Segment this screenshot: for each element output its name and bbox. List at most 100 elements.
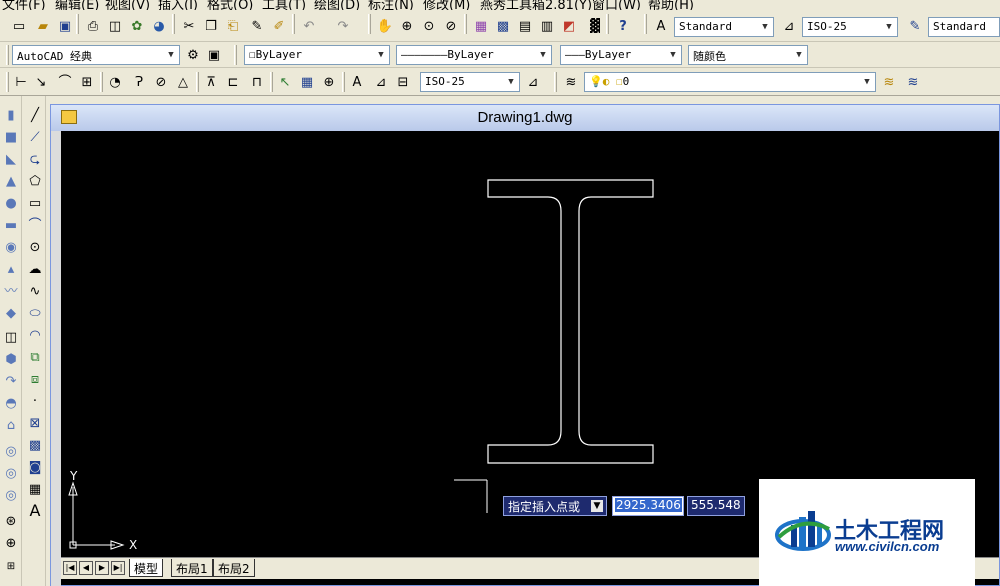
chevron-down-icon[interactable]: ▼ bbox=[859, 73, 875, 91]
torus-icon[interactable]: ◉ bbox=[2, 238, 20, 256]
layer-select[interactable]: 💡◐ ☐ 0 ▼ bbox=[584, 72, 876, 92]
spline-icon[interactable]: ∿ bbox=[26, 282, 44, 300]
dim-style-select[interactable]: ISO-25 ▼ bbox=[802, 17, 898, 37]
aligned-dim-icon[interactable]: ↘ bbox=[32, 73, 50, 91]
intersect-icon[interactable]: ◎ bbox=[2, 486, 20, 504]
chevron-down-icon[interactable]: ▼ bbox=[665, 46, 681, 64]
cylinder-icon[interactable]: ▬ bbox=[2, 216, 20, 234]
dim-edit-icon[interactable]: A bbox=[348, 73, 366, 91]
chevron-down-icon[interactable]: ▼ bbox=[881, 18, 897, 36]
text-style-icon[interactable]: A bbox=[652, 17, 670, 35]
helix-icon[interactable]: 〰 bbox=[2, 282, 20, 300]
region-icon[interactable]: ◙ bbox=[26, 458, 44, 476]
dim-style-select-2[interactable]: ISO-25 ▼ bbox=[420, 72, 520, 92]
pyramid-icon[interactable]: ▴ bbox=[2, 260, 20, 278]
zoom-realtime-icon[interactable]: ⊕ bbox=[398, 17, 416, 35]
box-icon[interactable]: ■ bbox=[2, 128, 20, 146]
paste-icon[interactable]: ⎗ bbox=[224, 17, 242, 35]
pan-icon[interactable]: ✋ bbox=[376, 17, 394, 35]
revision-cloud-icon[interactable]: ☁ bbox=[26, 260, 44, 278]
quick-dim-icon[interactable]: ⊼ bbox=[202, 73, 220, 91]
tab-model[interactable]: 模型 bbox=[129, 559, 164, 577]
chevron-down-icon[interactable]: ▼ bbox=[791, 46, 807, 64]
sphere-icon[interactable]: ● bbox=[2, 194, 20, 212]
menu-edit[interactable]: 编辑(E) bbox=[55, 0, 99, 10]
sheet-set-icon[interactable]: ▥ bbox=[538, 17, 556, 35]
hatch-icon[interactable]: ⊠ bbox=[26, 414, 44, 432]
construction-line-icon[interactable]: ⟋ bbox=[26, 128, 44, 146]
dim-update-icon[interactable]: ⊟ bbox=[394, 73, 412, 91]
gradient-icon[interactable]: ▩ bbox=[26, 436, 44, 454]
menu-file[interactable]: 文件(F) bbox=[2, 0, 46, 10]
planar-surface-icon[interactable]: ◆ bbox=[2, 304, 20, 322]
circle-icon[interactable]: ⊙ bbox=[26, 238, 44, 256]
color-select[interactable]: ☐ ByLayer ▼ bbox=[244, 45, 390, 65]
new-file-icon[interactable]: ▭ bbox=[10, 17, 28, 35]
layer-manager-icon[interactable]: ≋ bbox=[562, 73, 580, 91]
menu-insert[interactable]: 插入(I) bbox=[158, 0, 198, 10]
menu-modify[interactable]: 修改(M) bbox=[423, 0, 470, 10]
cone-icon[interactable]: ▲ bbox=[2, 172, 20, 190]
linetype-select[interactable]: ——————— ByLayer ▼ bbox=[396, 45, 552, 65]
options-arrow-icon[interactable]: ▼ bbox=[591, 500, 603, 512]
line-icon[interactable]: ╱ bbox=[26, 106, 44, 124]
arc-icon[interactable]: ⌒ bbox=[26, 216, 44, 234]
workspace-settings-icon[interactable]: ⚙ bbox=[184, 46, 202, 64]
dim-style-icon[interactable]: ⊿ bbox=[780, 17, 798, 35]
last-tab-icon[interactable]: ▶| bbox=[111, 561, 125, 575]
menu-yanxiu-toolbox[interactable]: 燕秀工具箱2.81(Y) bbox=[480, 0, 592, 10]
zoom-previous-icon[interactable]: ⊘ bbox=[442, 17, 460, 35]
ellipse-arc-icon[interactable]: ◠ bbox=[26, 326, 44, 344]
drawing-titlebar[interactable]: Drawing1.dwg bbox=[51, 105, 999, 131]
tab-layout1[interactable]: 布局1 bbox=[171, 559, 213, 577]
layer-previous-icon[interactable]: ≋ bbox=[904, 73, 922, 91]
calculator-icon[interactable]: ▓ bbox=[586, 17, 604, 35]
tolerance-icon[interactable]: ▦ bbox=[298, 73, 316, 91]
chevron-down-icon[interactable]: ▼ bbox=[757, 18, 773, 36]
match-properties-icon[interactable]: ✎ bbox=[248, 17, 266, 35]
continue-dim-icon[interactable]: ⊓ bbox=[248, 73, 266, 91]
radius-dim-icon[interactable]: ◔ bbox=[106, 73, 124, 91]
print-icon[interactable]: ⎙ bbox=[84, 17, 102, 35]
copy-icon[interactable]: ❐ bbox=[202, 17, 220, 35]
publish-icon[interactable]: ✿ bbox=[128, 17, 146, 35]
3d-align-icon[interactable]: ⊞ bbox=[2, 558, 20, 576]
zoom-window-icon[interactable]: ⊙ bbox=[420, 17, 438, 35]
center-mark-icon[interactable]: ⊕ bbox=[320, 73, 338, 91]
table-style-select[interactable]: Standard bbox=[928, 17, 1000, 37]
make-block-icon[interactable]: ⧈ bbox=[26, 370, 44, 388]
menu-tools[interactable]: 工具(T) bbox=[262, 0, 306, 10]
open-file-icon[interactable]: ▰ bbox=[34, 17, 52, 35]
chevron-down-icon[interactable]: ▼ bbox=[373, 46, 389, 64]
i-beam-section[interactable] bbox=[487, 179, 654, 464]
plot-style-select[interactable]: 随颜色 ▼ bbox=[688, 45, 808, 65]
3d-rotate-icon[interactable]: ⊕ bbox=[2, 534, 20, 552]
lineweight-select[interactable]: ——— ByLayer ▼ bbox=[560, 45, 682, 65]
menu-help[interactable]: 帮助(H) bbox=[648, 0, 694, 10]
save-workspace-icon[interactable]: ▣ bbox=[205, 46, 223, 64]
undo-icon[interactable]: ↶ bbox=[300, 17, 318, 35]
sweep-icon[interactable]: ↷ bbox=[2, 372, 20, 390]
point-icon[interactable]: · bbox=[26, 392, 44, 410]
block-editor-icon[interactable]: ✐ bbox=[270, 17, 288, 35]
help-icon[interactable]: ? bbox=[614, 17, 632, 35]
properties-icon[interactable]: ▦ bbox=[472, 17, 490, 35]
ellipse-icon[interactable]: ⬭ bbox=[26, 304, 44, 322]
menu-window[interactable]: 窗口(W) bbox=[592, 0, 641, 10]
dim-style-manager-icon[interactable]: ⊿ bbox=[524, 73, 542, 91]
tab-layout2[interactable]: 布局2 bbox=[213, 559, 255, 577]
arc-length-icon[interactable]: ⌒ bbox=[56, 73, 74, 91]
wedge-icon[interactable]: ◣ bbox=[2, 150, 20, 168]
menu-view[interactable]: 视图(V) bbox=[105, 0, 150, 10]
workspace-select[interactable]: AutoCAD 经典 ▼ bbox=[12, 45, 180, 65]
table-style-icon[interactable]: ✎ bbox=[906, 17, 924, 35]
make-layer-current-icon[interactable]: ≋ bbox=[880, 73, 898, 91]
text-style-select[interactable]: Standard ▼ bbox=[674, 17, 774, 37]
rectangle-icon[interactable]: ▭ bbox=[26, 194, 44, 212]
angular-dim-icon[interactable]: △ bbox=[174, 73, 192, 91]
baseline-dim-icon[interactable]: ⊏ bbox=[224, 73, 242, 91]
union-icon[interactable]: ◎ bbox=[2, 442, 20, 460]
linear-dim-icon[interactable]: ⊢ bbox=[12, 73, 30, 91]
menu-format[interactable]: 格式(O) bbox=[207, 0, 253, 10]
dim-text-edit-icon[interactable]: ⊿ bbox=[372, 73, 390, 91]
